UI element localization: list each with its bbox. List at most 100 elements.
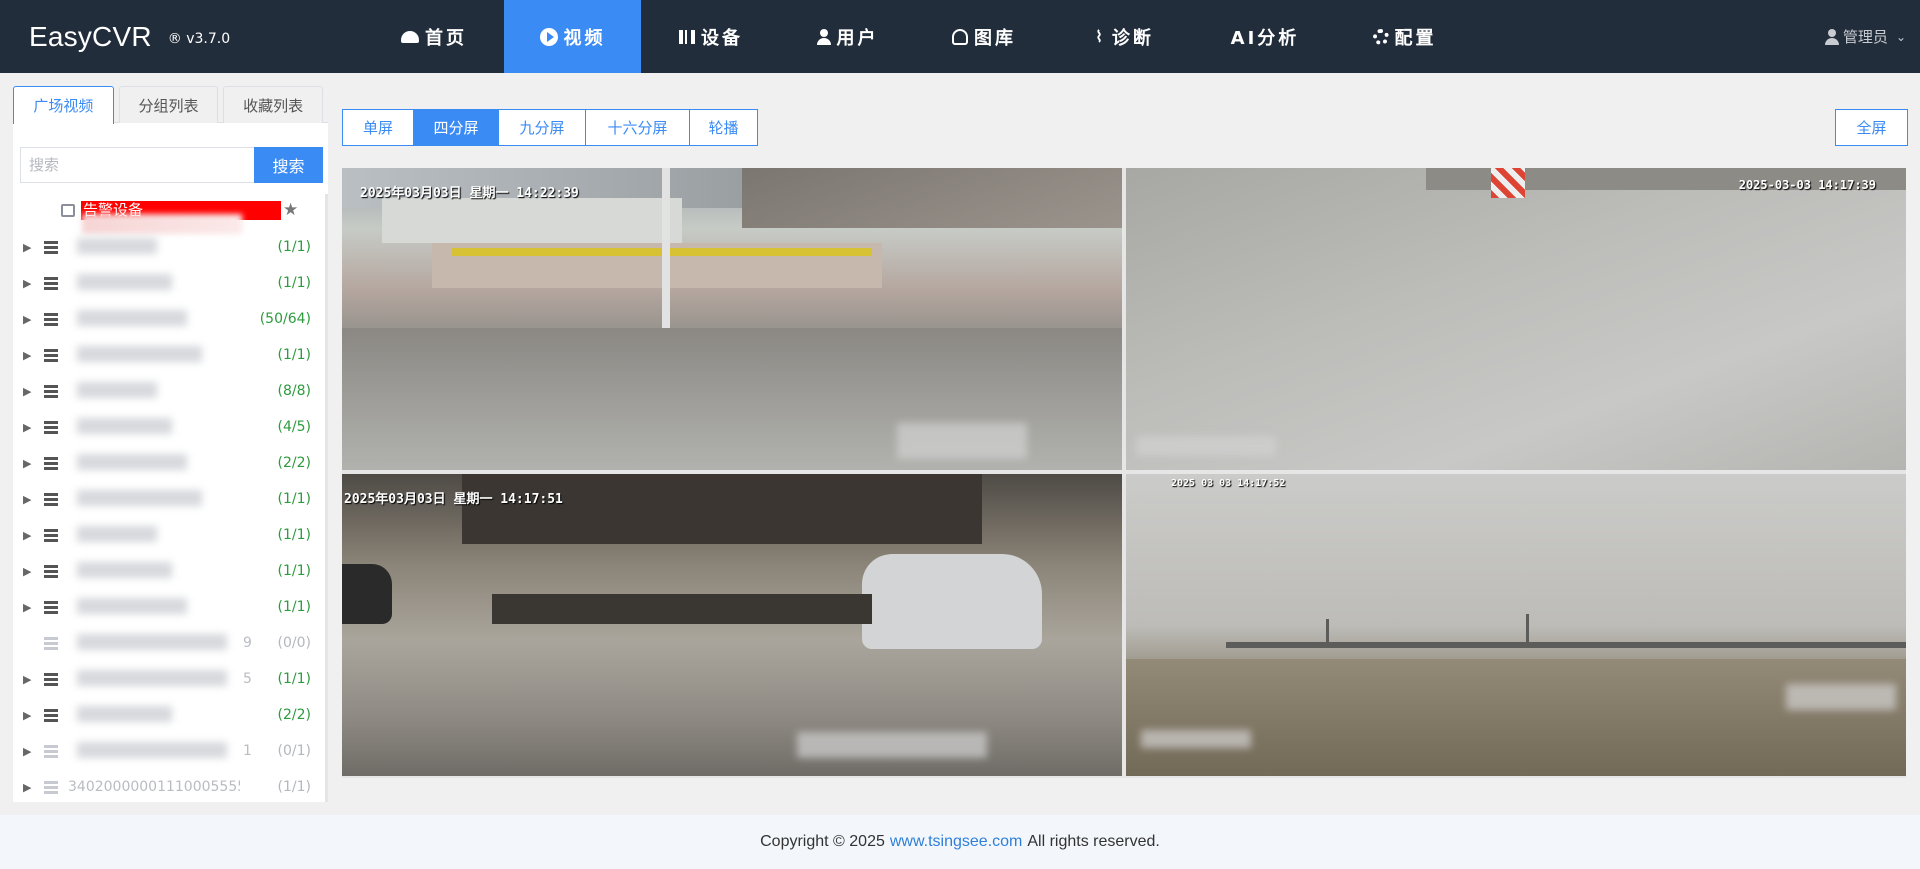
device-icon [44,312,58,326]
device-tree-row[interactable]: ▶ (1/1) [13,553,325,589]
tab-favorite-list[interactable]: 收藏列表 [223,86,323,123]
expand-arrow-icon[interactable]: ▶ [23,673,33,686]
device-tree-row[interactable]: ▶ (1/1) [13,517,325,553]
device-tree-row[interactable]: ▶ (4/5) [13,409,325,445]
barrier-shape [1491,168,1525,198]
redacted-region [1141,730,1251,748]
website-link[interactable]: www.tsingsee.com [890,833,1023,851]
expand-arrow-icon[interactable]: ▶ [23,349,33,362]
device-name: 1 [243,743,252,759]
video-1-timestamp: 2025年03月03日 星期一 14:22:39 [360,186,579,201]
nav-home-label: 首页 [425,27,467,49]
nav-diagnosis-label: 诊断 [1111,27,1154,49]
layout-switcher: 单屏 四分屏 九分屏 十六分屏 轮播 [342,109,758,146]
user-menu[interactable]: 管理员 ⌄ [1824,0,1906,73]
nav-gallery[interactable]: 图库 [914,0,1054,73]
device-sidebar: 广场视频 分组列表 收藏列表 搜索 告警设备 ★ ▶(1/1)▶(1/1)▶(5… [13,86,328,802]
nav-device[interactable]: 设备 [641,0,781,73]
nav-user[interactable]: 用户 [781,0,914,73]
device-tree-row[interactable]: ▶ (8/8) [13,373,325,409]
device-channel-count: (1/1) [277,491,311,507]
rights-text: All rights reserved. [1027,833,1160,850]
expand-arrow-icon[interactable]: ▶ [23,781,33,794]
nav-ai[interactable]: AI分析 [1195,0,1335,73]
device-tree-row[interactable]: ▶ (1/1) [13,265,325,301]
layout-single[interactable]: 单屏 [342,109,414,146]
video-player-1[interactable]: 2025年03月03日 星期一 14:22:39 [342,168,1122,470]
sidebar-tabs: 广场视频 分组列表 收藏列表 [13,86,328,124]
nav-config[interactable]: 配置 [1335,0,1474,73]
search-bar: 搜索 [20,147,323,183]
hill-shape [742,168,1122,228]
layout-nine[interactable]: 九分屏 [499,109,586,146]
nav-device-label: 设备 [701,27,743,49]
expand-arrow-icon[interactable]: ▶ [23,529,33,542]
device-channel-count: (1/1) [277,239,311,255]
redacted-region [77,382,157,398]
fullscreen-button[interactable]: 全屏 [1835,109,1908,146]
layout-carousel[interactable]: 轮播 [690,109,758,146]
device-tree-row[interactable]: ▶ 5 (1/1) [13,661,325,697]
pulse-icon: ⌇ [1095,27,1106,46]
redacted-region [77,490,202,506]
tab-group-list[interactable]: 分组列表 [118,86,219,123]
footer: Copyright © 2025 www.tsingsee.com All ri… [0,815,1920,869]
device-tree-row[interactable]: ▶ 34020000001110005555 (1/1) [13,769,325,805]
shadow-shape [492,594,872,624]
nav-video[interactable]: 视频 [504,0,641,73]
layout-quad[interactable]: 四分屏 [414,109,499,146]
expand-arrow-icon[interactable]: ▶ [23,709,33,722]
device-channel-count: (1/1) [277,563,311,579]
expand-arrow-icon[interactable]: ▶ [23,745,33,758]
nav-diagnosis[interactable]: ⌇ 诊断 [1054,0,1195,73]
device-channel-count: (4/5) [277,419,311,435]
expand-arrow-icon[interactable]: ▶ [23,565,33,578]
expand-arrow-icon[interactable]: ▶ [23,493,33,506]
device-tree-row[interactable]: ▶ (2/2) [13,697,325,733]
device-icon [44,456,58,470]
search-button[interactable]: 搜索 [254,147,323,183]
device-tree-row[interactable]: ▶ (1/1) [13,481,325,517]
nav-ai-label: AI分析 [1230,27,1300,49]
device-tree-row[interactable]: ▶ (1/1) [13,229,325,265]
device-icon [44,528,58,542]
car-shape [862,554,1042,649]
redacted-region [77,634,227,650]
user-icon [816,28,831,45]
video-player-3[interactable]: 2025年03月03日 星期一 14:17:51 [342,474,1122,776]
tab-square-video[interactable]: 广场视频 [13,86,114,124]
user-icon [1824,28,1839,45]
redacted-region [77,346,202,362]
redacted-region [1786,684,1896,710]
car-left-shape [342,564,392,624]
device-tree-row[interactable]: ▶9(0/0) [13,625,325,661]
expand-arrow-icon[interactable]: ▶ [23,241,33,254]
top-navbar: EasyCVR ® v3.7.0 首页 视频 设备 用户 图库 ⌇ 诊断 AI分… [0,0,1920,73]
device-tree-row[interactable]: ▶ (1/1) [13,337,325,373]
device-tree-row[interactable]: ▶ (50/64) [13,301,325,337]
expand-arrow-icon[interactable]: ▶ [23,313,33,326]
device-channel-count: (1/1) [277,347,311,363]
layout-sixteen[interactable]: 十六分屏 [586,109,690,146]
video-player-2[interactable]: 2025-03-03 14:17:39 [1126,168,1906,470]
expand-arrow-icon[interactable]: ▶ [23,277,33,290]
expand-arrow-icon[interactable]: ▶ [23,457,33,470]
expand-arrow-icon[interactable]: ▶ [23,421,33,434]
device-tree-row[interactable]: ▶ (1/1) [13,589,325,625]
star-icon[interactable]: ★ [283,200,298,220]
video-player-4[interactable]: 2025 03 03 14:17:52 [1126,474,1906,776]
device-tree-row[interactable]: ▶ 1 (0/1) [13,733,325,769]
expand-arrow-icon[interactable]: ▶ [23,385,33,398]
video-3-timestamp: 2025年03月03日 星期一 14:17:51 [344,492,563,507]
device-tree-row[interactable]: ▶ (2/2) [13,445,325,481]
video-4-timestamp: 2025 03 03 14:17:52 [1171,478,1286,489]
device-channel-count: (0/0) [277,635,311,651]
app-version: ® v3.7.0 [167,30,231,47]
expand-arrow-icon[interactable]: ▶ [23,601,33,614]
device-channel-count: (1/1) [277,275,311,291]
nav-home[interactable]: 首页 [364,0,504,73]
camera-icon [952,28,968,45]
redacted-region [77,670,227,686]
search-input[interactable] [20,147,254,183]
redacted-region [77,238,157,254]
